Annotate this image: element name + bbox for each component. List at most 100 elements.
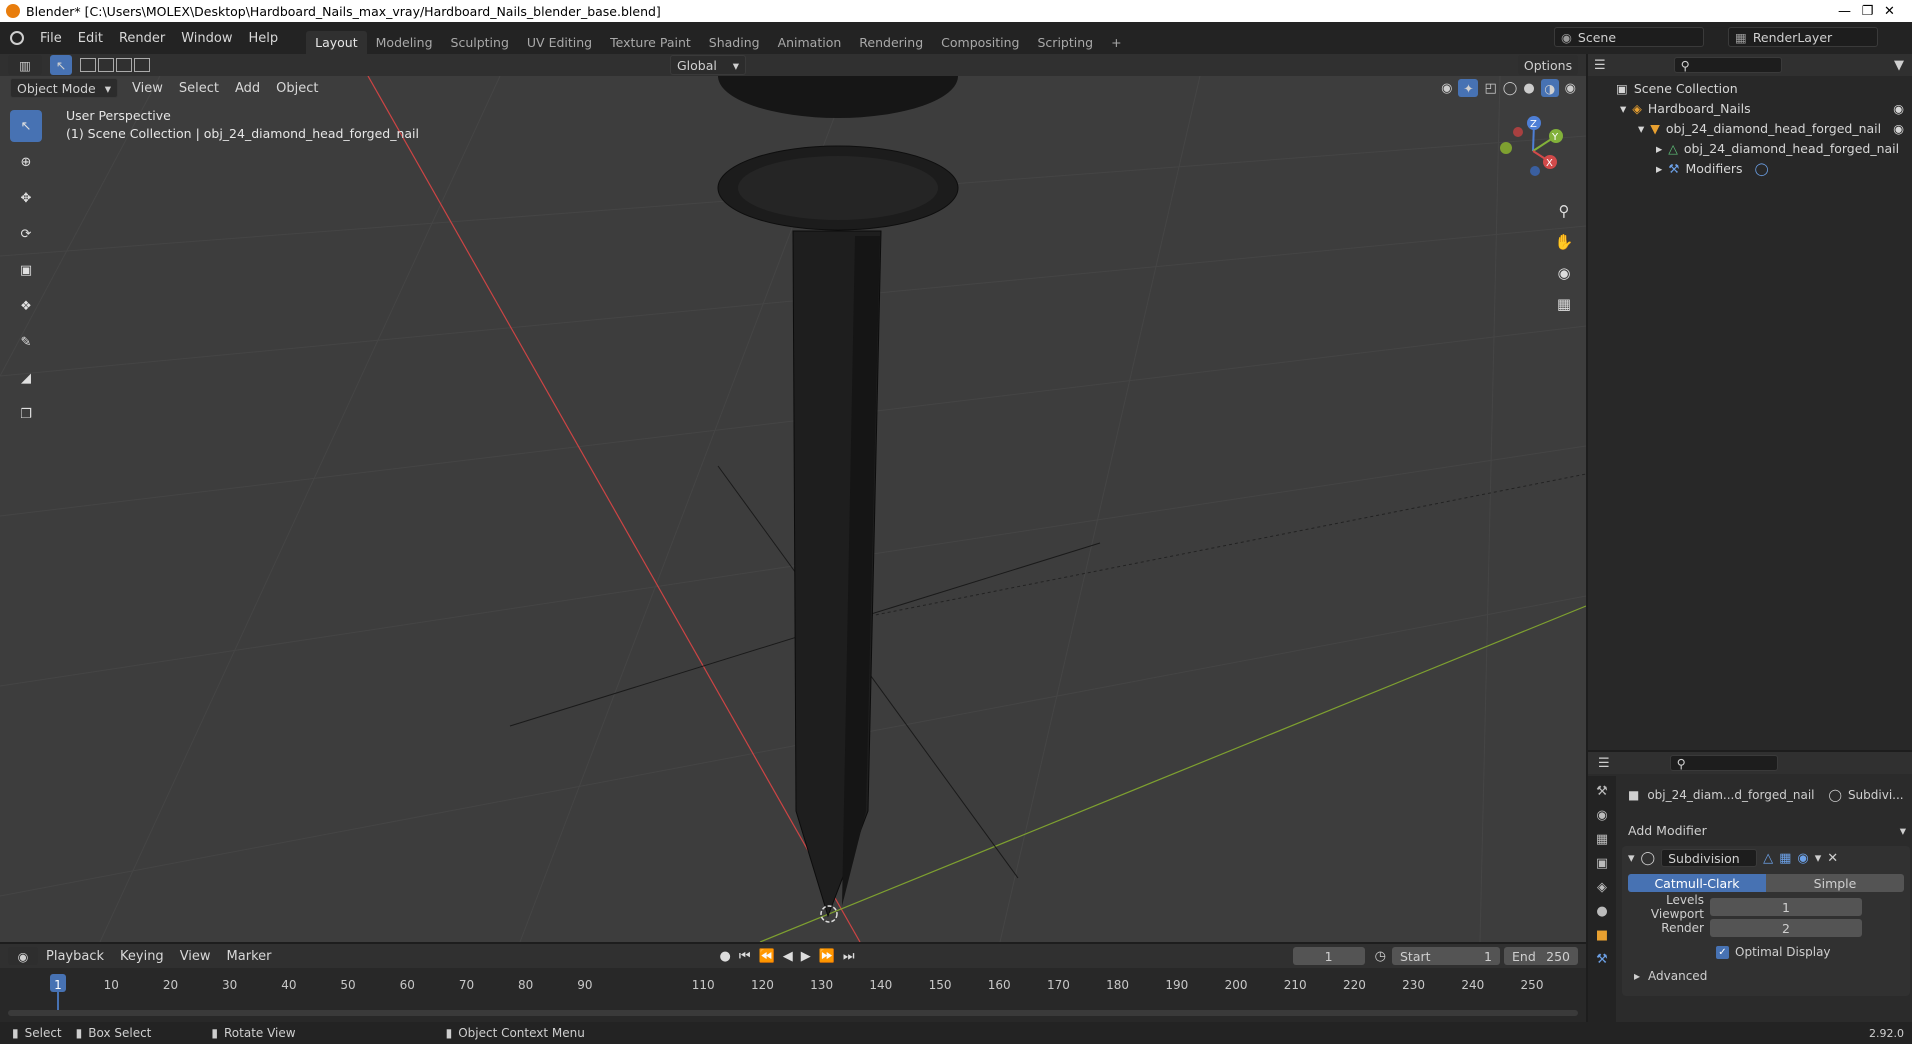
outliner-scene-collection[interactable]: ▣ Scene Collection [1588,78,1912,98]
outliner-collection-hardboard-nails[interactable]: ▾ ◈ Hardboard_Nails ◉ [1588,98,1912,118]
timeline-tick-label: 60 [399,978,415,992]
outliner-editor-icon[interactable]: ☰ [1594,58,1606,73]
render-levels-field[interactable]: 2 [1710,919,1862,937]
tab-compositing[interactable]: Compositing [932,31,1028,54]
collapse-icon[interactable]: ▾ [1628,851,1635,866]
options-button[interactable]: Options [1518,55,1578,75]
top-bar: File Edit Render Window Help Layout Mode… [0,22,1912,54]
outliner-object-nail[interactable]: ▾ ▼ obj_24_diamond_head_forged_nail ◉ [1588,118,1912,138]
outliner-modifiers[interactable]: ▸ ⚒ Modifiers ◯ [1588,158,1912,178]
menu-edit[interactable]: Edit [70,31,111,46]
collection-info-label: (1) Scene Collection | obj_24_diamond_he… [66,126,419,141]
tab-texture-paint[interactable]: Texture Paint [601,31,700,54]
render-layer-selector[interactable]: ▦ RenderLayer [1728,27,1878,47]
transform-orientation-select[interactable]: Global ▾ [670,55,746,75]
remove-modifier-icon[interactable]: ✕ [1827,851,1838,866]
modifier-name-field[interactable]: Subdivision [1661,849,1758,867]
advanced-panel[interactable]: ▸ Advanced [1634,969,1910,983]
select-mode-icon[interactable]: ↖ [50,55,72,75]
viewport-toggle-icon[interactable]: ▦ [1779,851,1791,866]
close-icon[interactable]: ✕ [1867,0,1912,22]
tab-rendering[interactable]: Rendering [850,31,932,54]
timeline-scrollbar[interactable] [8,1010,1578,1016]
menu-help[interactable]: Help [241,31,287,46]
transform-tool-icon[interactable]: ❖ [10,290,42,322]
add-cube-tool-icon[interactable]: ❐ [10,398,42,430]
modifier-menu-icon[interactable]: ▾ [1815,851,1822,866]
mouse-middle-icon: ▮ [211,1026,218,1040]
simple-button[interactable]: Simple [1766,874,1904,892]
catmull-clark-button[interactable]: Catmull-Clark [1628,874,1766,892]
render-props-icon[interactable]: ◉ [1596,808,1607,823]
scale-tool-icon[interactable]: ▣ [10,254,42,286]
tab-animation[interactable]: Animation [769,31,851,54]
rendered-shading-icon[interactable]: ◉ [1565,81,1576,96]
timeline-tick-label: 150 [928,978,952,992]
zoom-icon[interactable]: ⚲ [1552,196,1576,227]
menu-render[interactable]: Render [111,31,173,46]
overlay-icon[interactable]: ◰ [1484,81,1496,96]
timeline-tick-label: 180 [1106,978,1130,992]
properties-panel: ☰ ⚲ ⚒ ◉ ▦ ▣ ◈ ● ■ ⚒ ■ obj_24_diam...d_for… [1588,752,1912,1022]
viewport-scene[interactable] [0,76,1586,942]
tab-uv-editing[interactable]: UV Editing [518,31,601,54]
cursor-tool-icon[interactable]: ⊕ [10,146,42,178]
camera-icon[interactable]: ◉ [1552,258,1576,289]
editor-type-icon[interactable]: ▥ [8,55,42,75]
tab-shading[interactable]: Shading [700,31,769,54]
tab-layout[interactable]: Layout [306,31,367,54]
tab-sculpting[interactable]: Sculpting [442,31,518,54]
world-props-icon[interactable]: ● [1596,904,1607,919]
viewport-menu-add[interactable]: Add [227,81,268,96]
material-shading-icon[interactable]: ◑ [1540,79,1559,97]
scene-selector[interactable]: ◉ Scene [1554,27,1704,47]
viewport-menu-object[interactable]: Object [268,81,326,96]
viewport-menu-view[interactable]: View [124,81,171,96]
object-mode-select[interactable]: Object Mode ▾ [10,78,118,98]
timeline-tick-label: 160 [987,978,1011,992]
gizmo-toggle-icon[interactable]: ✦ [1458,79,1479,97]
add-modifier-button[interactable]: Add Modifier ▾ [1628,820,1906,840]
viewport-menu-select[interactable]: Select [171,81,227,96]
tab-modeling[interactable]: Modeling [367,31,442,54]
timeline-tick-label: 140 [869,978,893,992]
filter-icon[interactable]: ▼ [1894,58,1904,73]
navigation-gizmo[interactable]: Z Y X [1498,116,1568,186]
measure-tool-icon[interactable]: ◢ [10,362,42,394]
outliner-mesh-data[interactable]: ▸ △ obj_24_diamond_head_forged_nail [1588,138,1912,158]
rotate-tool-icon[interactable]: ⟳ [10,218,42,250]
move-tool-icon[interactable]: ✥ [10,182,42,214]
edit-mode-toggle-icon[interactable]: △ [1763,851,1773,866]
solid-shading-icon[interactable]: ● [1523,81,1534,96]
tab-scripting[interactable]: Scripting [1029,31,1103,54]
menu-file[interactable]: File [32,31,70,46]
properties-search-input[interactable]: ⚲ [1669,755,1778,771]
pan-hand-icon[interactable]: ✋ [1552,227,1576,258]
grid-icon[interactable]: ▦ [1552,289,1576,320]
annotate-tool-icon[interactable]: ✎ [10,326,42,358]
view-layer-icon[interactable]: ▣ [1596,856,1608,871]
timeline-tick-label: 80 [518,978,534,992]
visibility-icon[interactable]: ◉ [1441,81,1452,96]
optimal-display-checkbox[interactable]: ✓ [1716,945,1729,959]
select-tool-icon[interactable]: ↖ [10,110,42,142]
properties-editor-icon[interactable]: ☰ [1598,756,1610,771]
object-props-icon[interactable]: ■ [1596,928,1608,943]
add-workspace-icon[interactable]: + [1102,31,1130,54]
select-box-modes[interactable] [80,58,150,72]
status-context-menu: Object Context Menu [458,1026,585,1040]
3d-viewport[interactable]: User Perspective (1) Scene Collection | … [0,76,1586,942]
timeline-tick-label: 200 [1224,978,1248,992]
wireframe-shading-icon[interactable]: ◯ [1503,81,1518,96]
modifier-props-icon[interactable]: ⚒ [1596,952,1608,967]
render-toggle-icon[interactable]: ◉ [1797,851,1808,866]
timeline-tick-label: 110 [691,978,715,992]
blender-menu-icon[interactable] [10,31,24,45]
svg-text:X: X [1546,158,1553,169]
menu-window[interactable]: Window [173,31,240,46]
output-props-icon[interactable]: ▦ [1596,832,1608,847]
tool-props-icon[interactable]: ⚒ [1596,784,1608,799]
levels-viewport-field[interactable]: 1 [1710,898,1862,916]
scene-props-icon[interactable]: ◈ [1597,880,1607,895]
outliner-search-input[interactable]: ⚲ [1673,57,1782,73]
